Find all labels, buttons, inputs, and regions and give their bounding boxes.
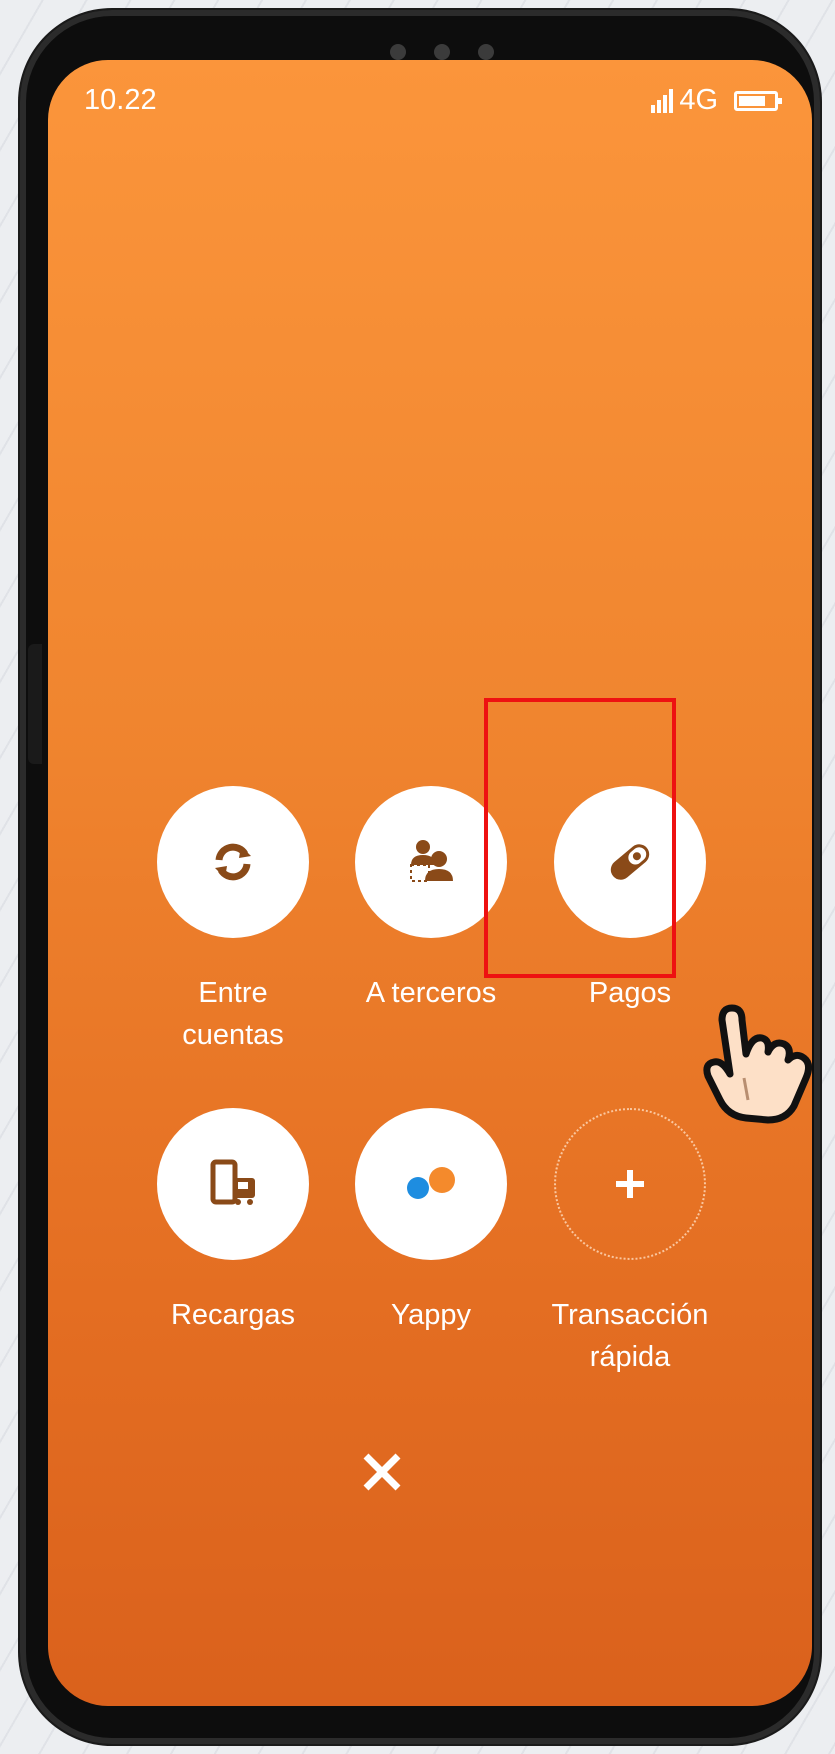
yappy-button[interactable] — [355, 1108, 507, 1260]
status-time: 10.22 — [84, 84, 157, 116]
battery-icon — [734, 90, 782, 111]
pointer-hand-icon — [703, 1004, 813, 1124]
transaccion-rapida-button[interactable] — [554, 1108, 706, 1260]
action-entre-cuentas[interactable]: Entre cuentas — [138, 786, 328, 1056]
phone-recharge-icon — [210, 1159, 255, 1205]
plus-icon — [616, 1170, 644, 1198]
close-icon[interactable] — [360, 1450, 404, 1494]
action-yappy[interactable]: Yappy — [336, 1108, 526, 1336]
transfer-cycle-icon — [215, 843, 251, 881]
phone-sensors — [390, 40, 510, 60]
recargas-button[interactable] — [157, 1108, 309, 1260]
action-transaccion-rapida[interactable]: Transacción rápida — [535, 1108, 725, 1378]
pagos-label: Pagos — [588, 977, 672, 1009]
a-terceros-label: A terceros — [365, 977, 497, 1009]
highlight-box-pagos — [484, 698, 676, 978]
recargas-label: Recargas — [170, 1299, 296, 1331]
status-bar: 10.22 4G — [48, 82, 812, 122]
third-party-users-icon — [410, 840, 453, 882]
entre-cuentas-button[interactable] — [157, 786, 309, 938]
status-indicators: 4G — [651, 84, 782, 117]
entre-cuentas-label: Entre cuentas — [182, 977, 284, 1051]
yappy-label: Yappy — [390, 1299, 472, 1331]
action-recargas[interactable]: Recargas — [138, 1108, 328, 1336]
yappy-logo-icon — [407, 1167, 455, 1199]
phone-side-button — [28, 644, 42, 764]
signal-icon — [651, 88, 674, 113]
transaccion-rapida-label: Transacción rápida — [551, 1299, 709, 1373]
network-type: 4G — [679, 84, 718, 116]
